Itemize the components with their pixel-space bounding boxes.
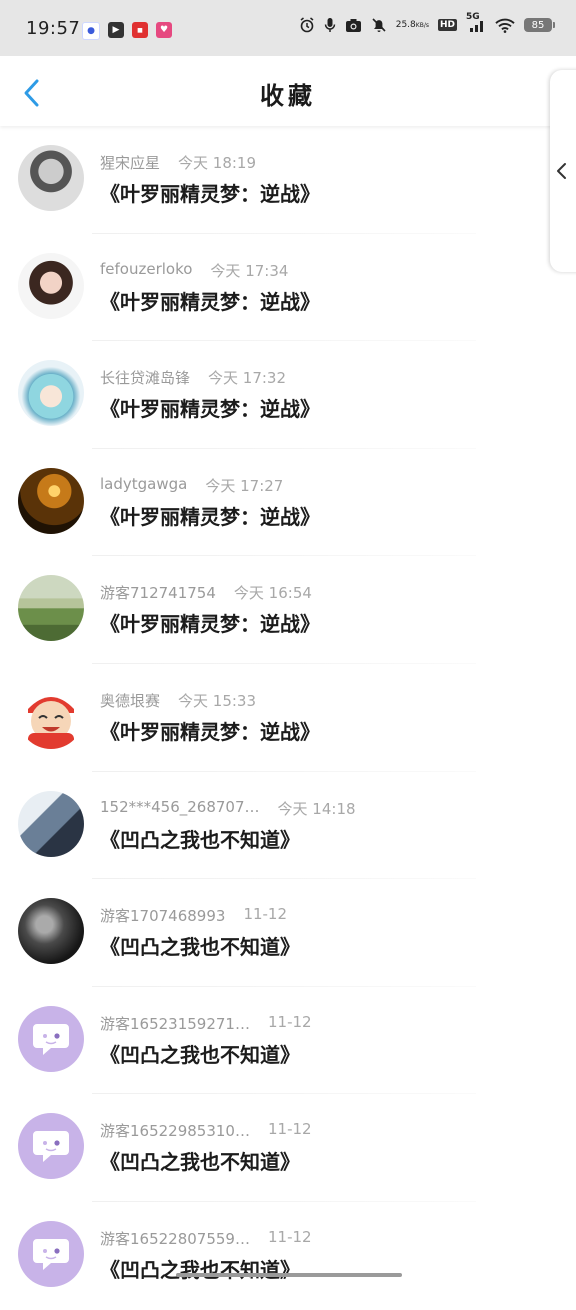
network-speed-unit: KB/s	[415, 21, 429, 29]
item-meta: 游客16522807559… 11-12	[100, 1228, 312, 1249]
username: 152***456_268707…	[100, 797, 260, 816]
timestamp: 今天 16:54	[233, 584, 312, 603]
page-title: 收藏	[260, 81, 316, 110]
item-meta: 游客712741754 今天 16:54	[100, 582, 312, 603]
avatar[interactable]	[18, 575, 84, 642]
top-nav-bar: 收藏	[0, 56, 576, 126]
item-meta: 152***456_268707… 今天 14:18	[100, 798, 356, 819]
app-red-icon: ■	[132, 22, 148, 38]
hd-badge: HD	[437, 19, 457, 31]
favorite-item[interactable]: 猩宋应星 今天 18:19 《叶罗丽精灵梦：逆战》	[0, 126, 576, 234]
book-title[interactable]: 《凹凸之我也不知道》	[100, 1146, 300, 1175]
cellular-signal-icon: 5G	[466, 12, 486, 33]
favorite-item[interactable]: 游客1707468993 11-12 《凹凸之我也不知道》	[0, 879, 576, 987]
status-time: 19:57	[26, 18, 81, 39]
favorite-item[interactable]: 游客16522807559… 11-12 《凹凸之我也不知道》	[0, 1202, 576, 1310]
book-title[interactable]: 《凹凸之我也不知道》	[100, 1254, 300, 1283]
username: 猩宋应星	[100, 154, 161, 172]
favorite-item[interactable]: 游客16522985310… 11-12 《凹凸之我也不知道》	[0, 1094, 576, 1202]
username: 游客16522807559…	[100, 1229, 250, 1248]
avatar[interactable]	[18, 252, 84, 319]
favorites-list: 猩宋应星 今天 18:19 《叶罗丽精灵梦：逆战》 fefouzerloko 今…	[0, 126, 576, 1310]
timestamp: 今天 17:27	[205, 476, 284, 495]
timestamp: 今天 15:33	[178, 691, 257, 710]
timestamp: 11-12	[243, 905, 288, 924]
avatar[interactable]	[18, 467, 84, 534]
favorite-item[interactable]: 152***456_268707… 今天 14:18 《凹凸之我也不知道》	[0, 772, 576, 880]
book-title[interactable]: 《凹凸之我也不知道》	[100, 931, 300, 960]
timestamp: 今天 18:19	[178, 154, 257, 172]
network-type-label: 5G	[466, 12, 480, 22]
favorite-item[interactable]: fefouzerloko 今天 17:34 《叶罗丽精灵梦：逆战》	[0, 234, 576, 342]
username: fefouzerloko	[100, 259, 193, 278]
home-indicator[interactable]	[176, 1273, 402, 1277]
status-bar: 19:57 ● ▶ ■ ♥ 25.8 KB/s HD 5G 85	[0, 0, 576, 56]
network-speed-value: 25.8	[395, 19, 416, 30]
book-title[interactable]: 《叶罗丽精灵梦：逆战》	[100, 286, 320, 315]
battery-icon: 85	[524, 18, 555, 32]
book-title[interactable]: 《凹凸之我也不知道》	[100, 824, 300, 853]
default-avatar-chat-icon	[33, 1238, 69, 1270]
timestamp: 今天 17:32	[208, 369, 287, 388]
item-meta: 长往贷滩岛锋 今天 17:32	[100, 367, 286, 388]
default-avatar-chat-icon	[33, 1131, 69, 1163]
baidu-icon: ●	[82, 22, 100, 40]
avatar[interactable]	[18, 360, 84, 427]
book-title[interactable]: 《凹凸之我也不知道》	[100, 1039, 300, 1068]
timestamp: 11-12	[267, 1227, 312, 1246]
microphone-icon	[324, 17, 336, 33]
mute-icon	[371, 17, 387, 33]
username: 游客1707468993	[100, 907, 226, 926]
item-meta: fefouzerloko 今天 17:34	[100, 260, 288, 281]
timestamp: 11-12	[267, 1012, 312, 1031]
avatar[interactable]	[18, 1220, 84, 1287]
avatar[interactable]	[18, 1113, 84, 1180]
favorite-item[interactable]: 奥德垠赛 今天 15:33 《叶罗丽精灵梦：逆战》	[0, 664, 576, 772]
favorite-item[interactable]: 游客16523159271… 11-12 《凹凸之我也不知道》	[0, 987, 576, 1095]
username: 长往贷滩岛锋	[100, 369, 191, 388]
avatar[interactable]	[18, 682, 84, 749]
book-title[interactable]: 《叶罗丽精灵梦：逆战》	[100, 608, 320, 637]
camera-icon	[345, 18, 362, 33]
avatar[interactable]	[18, 898, 84, 965]
timestamp: 今天 17:34	[210, 261, 289, 280]
item-meta: 游客16523159271… 11-12	[100, 1013, 312, 1034]
book-title[interactable]: 《叶罗丽精灵梦：逆战》	[100, 716, 320, 745]
username: 游客16522985310…	[100, 1122, 250, 1141]
book-title[interactable]: 《叶罗丽精灵梦：逆战》	[100, 501, 320, 530]
favorite-item[interactable]: ladytgawga 今天 17:27 《叶罗丽精灵梦：逆战》	[0, 449, 576, 557]
default-avatar-chat-icon	[33, 1023, 69, 1055]
item-meta: 奥德垠赛 今天 15:33	[100, 690, 256, 711]
app-pink-icon: ♥	[156, 22, 172, 38]
network-speed: 25.8 KB/s	[395, 19, 429, 30]
favorite-item[interactable]: 长往贷滩岛锋 今天 17:32 《叶罗丽精灵梦：逆战》	[0, 341, 576, 449]
item-meta: 游客16522985310… 11-12	[100, 1120, 312, 1141]
system-icons: 25.8 KB/s HD 5G 85	[299, 12, 555, 33]
item-meta: 游客1707468993 11-12	[100, 905, 287, 926]
notification-icons: ● ▶ ■ ♥	[82, 22, 172, 40]
timestamp: 今天 14:18	[277, 799, 356, 818]
timestamp: 11-12	[267, 1120, 312, 1139]
avatar[interactable]	[18, 145, 84, 211]
avatar[interactable]	[18, 1005, 84, 1072]
username: ladytgawga	[100, 474, 188, 493]
username: 奥德垠赛	[100, 691, 161, 710]
item-meta: ladytgawga 今天 17:27	[100, 475, 283, 496]
avatar[interactable]	[18, 790, 84, 857]
media-icon: ▶	[108, 22, 124, 38]
username: 游客712741754	[100, 584, 216, 603]
cartoon-face-icon	[28, 696, 74, 749]
item-meta: 猩宋应星 今天 18:19	[100, 152, 256, 173]
book-title[interactable]: 《叶罗丽精灵梦：逆战》	[100, 178, 320, 207]
favorite-item[interactable]: 游客712741754 今天 16:54 《叶罗丽精灵梦：逆战》	[0, 556, 576, 664]
book-title[interactable]: 《叶罗丽精灵梦：逆战》	[100, 393, 320, 422]
alarm-icon	[299, 17, 315, 33]
username: 游客16523159271…	[100, 1014, 250, 1033]
wifi-icon	[495, 18, 515, 33]
